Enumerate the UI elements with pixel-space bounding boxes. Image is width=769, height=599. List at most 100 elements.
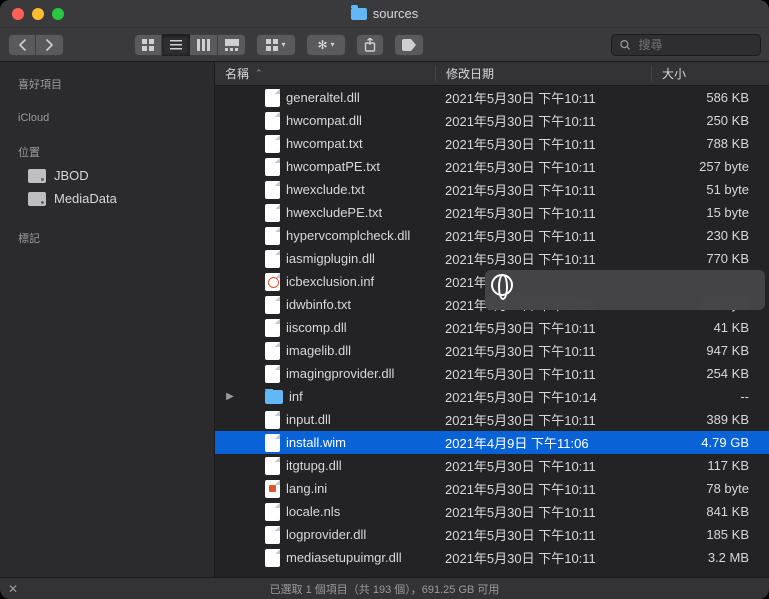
file-date-cell: 2021年5月30日 下午10:11 xyxy=(435,502,650,521)
file-date-cell: 2021年5月30日 下午10:11 xyxy=(435,226,650,245)
disclosure-triangle-icon[interactable]: ▶ xyxy=(225,392,235,402)
column-header-name-label: 名稱 xyxy=(225,65,249,82)
file-name-label: generaltel.dll xyxy=(286,90,360,105)
file-icon xyxy=(265,135,280,153)
file-date-cell: 2021年5月30日 下午10:11 xyxy=(435,249,650,268)
file-icon xyxy=(265,526,280,544)
gear-icon: ✻ xyxy=(317,38,327,52)
file-date-cell: 2021年5月30日 下午10:11 xyxy=(435,318,650,337)
status-text: 已選取 1 個項目（共 193 個），691.25 GB 可用 xyxy=(0,581,769,597)
file-icon xyxy=(265,158,280,176)
file-row[interactable]: imagingprovider.dll2021年5月30日 下午10:11254… xyxy=(215,362,769,385)
file-row[interactable]: hwcompat.txt2021年5月30日 下午10:11788 KB xyxy=(215,132,769,155)
file-name-cell: input.dll xyxy=(215,411,435,429)
file-row[interactable]: lang.ini2021年5月30日 下午10:1178 byte xyxy=(215,477,769,500)
file-icon xyxy=(265,365,280,383)
arrange-button[interactable]: ▾ xyxy=(256,34,296,56)
file-row[interactable]: locale.nls2021年5月30日 下午10:11841 KB xyxy=(215,500,769,523)
sidebar-item-jbod[interactable]: JBOD xyxy=(0,164,214,187)
file-name-cell: install.wim xyxy=(215,434,435,452)
file-row[interactable]: idwbinfo.txt2021年5月30日 下午10:11122 byte xyxy=(215,293,769,316)
file-name-label: inf xyxy=(289,389,303,404)
file-size-cell: 250 KB xyxy=(650,113,769,128)
file-size-cell: 257 byte xyxy=(650,159,769,174)
file-row[interactable]: icbexclusion.inf2021年 xyxy=(215,270,769,293)
file-name-cell: generaltel.dll xyxy=(215,89,435,107)
file-name-label: input.dll xyxy=(286,412,331,427)
column-header-date-label: 修改日期 xyxy=(446,65,494,82)
file-name-cell: hwexclude.txt xyxy=(215,181,435,199)
column-header-date[interactable]: 修改日期 xyxy=(436,65,651,82)
search-input[interactable] xyxy=(636,37,752,53)
folder-icon xyxy=(351,8,367,20)
file-name-label: idwbinfo.txt xyxy=(286,297,351,312)
file-date-cell: 2021年5月30日 下午10:11 xyxy=(435,364,650,383)
file-row[interactable]: logprovider.dll2021年5月30日 下午10:11185 KB xyxy=(215,523,769,546)
file-name-label: hwcompat.dll xyxy=(286,113,362,128)
file-icon xyxy=(265,296,280,314)
file-icon xyxy=(265,112,280,130)
view-list-button[interactable] xyxy=(162,34,190,56)
file-size-cell: 770 KB xyxy=(650,251,769,266)
file-size-cell: 841 KB xyxy=(650,504,769,519)
file-size-cell: 3.2 MB xyxy=(650,550,769,565)
file-icon xyxy=(265,181,280,199)
file-row[interactable]: iiscomp.dll2021年5月30日 下午10:1141 KB xyxy=(215,316,769,339)
file-size-cell: 15 byte xyxy=(650,205,769,220)
file-date-cell: 2021年 xyxy=(435,272,650,291)
view-icons-button[interactable] xyxy=(134,34,162,56)
file-name-cell: icbexclusion.inf xyxy=(215,273,435,291)
file-row[interactable]: input.dll2021年5月30日 下午10:11389 KB xyxy=(215,408,769,431)
sidebar-heading-tags: 標記 xyxy=(0,224,214,250)
search-icon xyxy=(620,39,630,51)
titlebar: sources xyxy=(0,0,769,28)
file-name-cell: lang.ini xyxy=(215,480,435,498)
file-row[interactable]: itgtupg.dll2021年5月30日 下午10:11117 KB xyxy=(215,454,769,477)
file-rows[interactable]: generaltel.dll2021年5月30日 下午10:11586 KBhw… xyxy=(215,86,769,577)
drive-icon xyxy=(28,169,46,183)
back-button[interactable] xyxy=(8,34,36,56)
file-row[interactable]: hypervcomplcheck.dll2021年5月30日 下午10:1123… xyxy=(215,224,769,247)
file-date-cell: 2021年5月30日 下午10:11 xyxy=(435,525,650,544)
file-name-label: imagelib.dll xyxy=(286,343,351,358)
file-row[interactable]: hwexcludePE.txt2021年5月30日 下午10:1115 byte xyxy=(215,201,769,224)
file-name-label: logprovider.dll xyxy=(286,527,366,542)
file-row[interactable]: install.wim2021年4月9日 下午11:064.79 GB xyxy=(215,431,769,454)
file-name-cell: imagelib.dll xyxy=(215,342,435,360)
share-button[interactable] xyxy=(356,34,384,56)
file-date-cell: 2021年5月30日 下午10:11 xyxy=(435,295,650,314)
file-icon xyxy=(265,503,280,521)
action-button[interactable]: ✻▾ xyxy=(306,34,346,56)
column-header-name[interactable]: 名稱 ⌃ xyxy=(215,65,435,82)
file-size-cell: 254 KB xyxy=(650,366,769,381)
file-date-cell: 2021年5月30日 下午10:11 xyxy=(435,479,650,498)
file-name-cell: itgtupg.dll xyxy=(215,457,435,475)
sidebar-heading-locations: 位置 xyxy=(0,138,214,164)
file-name-label: mediasetupuimgr.dll xyxy=(286,550,402,565)
file-name-cell: hwcompat.txt xyxy=(215,135,435,153)
file-row[interactable]: imagelib.dll2021年5月30日 下午10:11947 KB xyxy=(215,339,769,362)
forward-button[interactable] xyxy=(36,34,64,56)
file-icon xyxy=(265,480,280,498)
sidebar: 喜好項目 iCloud 位置 JBOD MediaData 標記 xyxy=(0,62,215,577)
file-row[interactable]: iasmigplugin.dll2021年5月30日 下午10:11770 KB xyxy=(215,247,769,270)
file-row[interactable]: generaltel.dll2021年5月30日 下午10:11586 KB xyxy=(215,86,769,109)
file-row[interactable]: hwexclude.txt2021年5月30日 下午10:1151 byte xyxy=(215,178,769,201)
file-name-label: hypervcomplcheck.dll xyxy=(286,228,410,243)
file-row[interactable]: mediasetupuimgr.dll2021年5月30日 下午10:113.2… xyxy=(215,546,769,569)
view-columns-button[interactable] xyxy=(190,34,218,56)
path-bar-close-icon[interactable]: ✕ xyxy=(8,582,18,596)
file-name-cell: ▶ inf xyxy=(215,389,435,404)
tag-button[interactable] xyxy=(394,34,424,56)
column-header-size[interactable]: 大小 xyxy=(652,65,769,82)
file-row[interactable]: hwcompat.dll2021年5月30日 下午10:11250 KB xyxy=(215,109,769,132)
file-icon xyxy=(265,273,280,291)
file-row[interactable]: hwcompatPE.txt2021年5月30日 下午10:11257 byte xyxy=(215,155,769,178)
file-row[interactable]: ▶inf2021年5月30日 下午10:14-- xyxy=(215,385,769,408)
view-gallery-button[interactable] xyxy=(218,34,246,56)
search-field[interactable] xyxy=(611,34,761,56)
sidebar-item-mediadata[interactable]: MediaData xyxy=(0,187,214,210)
column-header-size-label: 大小 xyxy=(662,65,686,82)
file-name-label: hwcompat.txt xyxy=(286,136,363,151)
column-headers: 名稱 ⌃ 修改日期 大小 xyxy=(215,62,769,86)
